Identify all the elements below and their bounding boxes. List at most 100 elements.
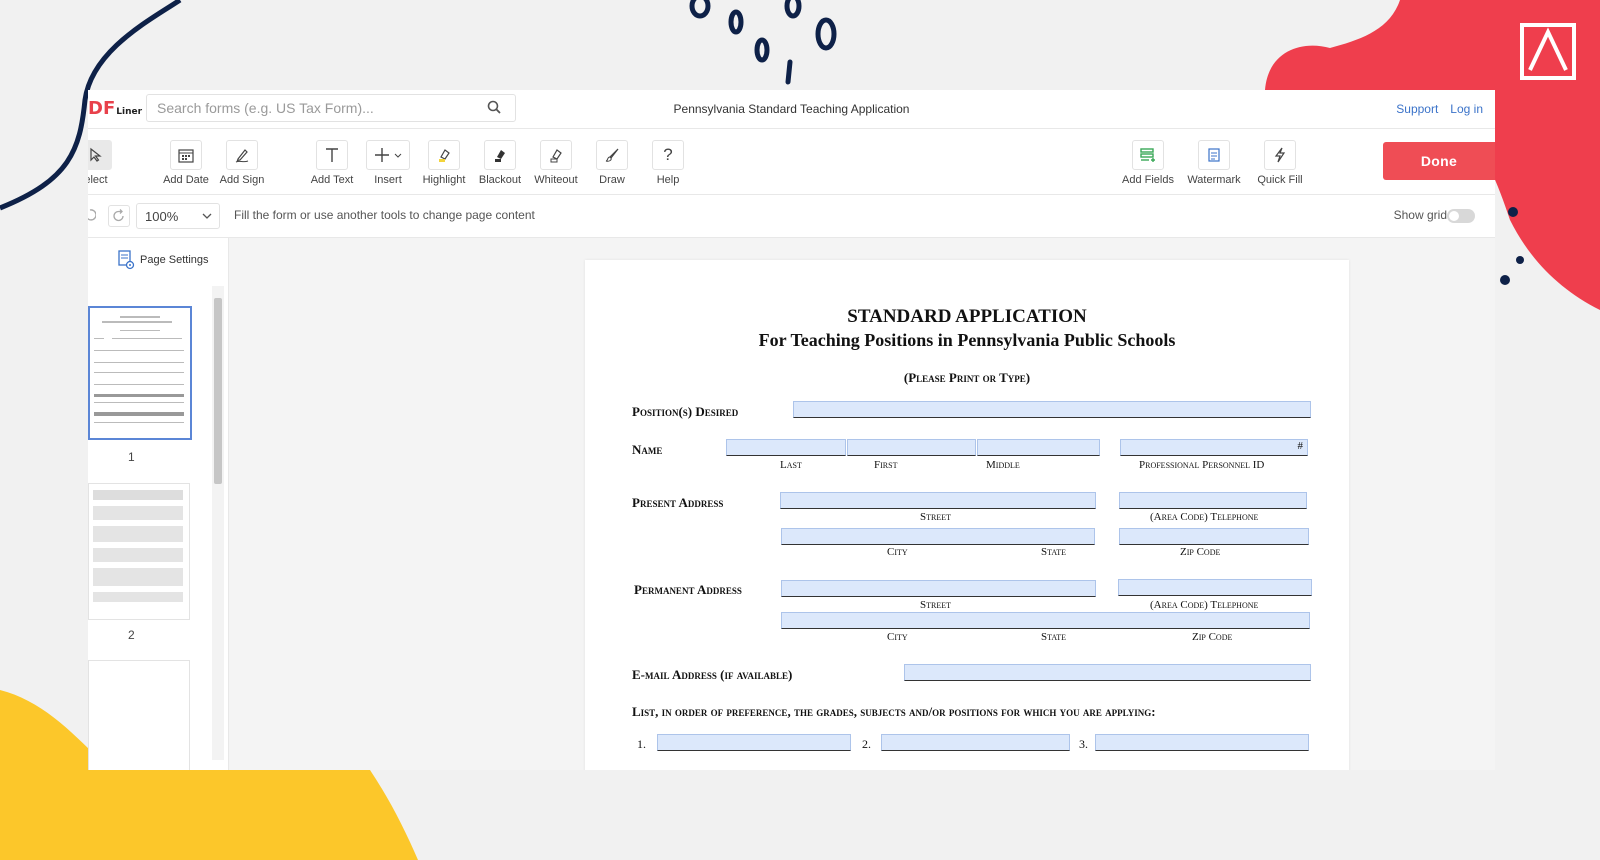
- page-thumbnail-1[interactable]: [88, 306, 192, 440]
- permanent-address-label: Permanent Address: [634, 582, 742, 597]
- navy-dots-right: [1500, 207, 1524, 285]
- preference-2-field[interactable]: [881, 734, 1070, 751]
- name-label: Name: [632, 442, 663, 457]
- permanent-street-field[interactable]: [781, 580, 1096, 597]
- question-icon: ?: [652, 140, 684, 170]
- draw-label: Draw: [599, 174, 625, 186]
- permanent-state-caption: State: [1041, 631, 1067, 643]
- permanent-zip-caption: Zip Code: [1192, 631, 1233, 643]
- calendar-icon: [170, 140, 202, 170]
- present-state-caption: State: [1041, 546, 1067, 558]
- list-number-1: 1.: [637, 737, 646, 751]
- top-links: Support Log in: [1396, 102, 1495, 116]
- document-page: STANDARD APPLICATION For Teaching Positi…: [585, 260, 1349, 770]
- add-date-tool[interactable]: Add Date: [156, 140, 216, 186]
- form-subtitle: For Teaching Positions in Pennsylvania P…: [758, 330, 1176, 350]
- done-button[interactable]: Done: [1383, 142, 1495, 180]
- watermark-icon: [1198, 140, 1230, 170]
- personnel-id-field[interactable]: #: [1120, 439, 1308, 456]
- top-bar: DFLiner Pennsylvania Standard Teaching A…: [88, 90, 1495, 129]
- preference-1-field[interactable]: [657, 734, 851, 751]
- watermark-tool[interactable]: Watermark: [1184, 140, 1244, 186]
- personnel-id-caption: Professional Personnel ID: [1139, 459, 1265, 471]
- support-link[interactable]: Support: [1396, 102, 1438, 116]
- middle-caption: Middle: [986, 459, 1020, 471]
- present-zip-field[interactable]: [1119, 528, 1309, 545]
- highlight-tool[interactable]: Highlight: [414, 140, 474, 186]
- zoom-value: 100%: [145, 209, 179, 224]
- help-tool[interactable]: ? Help: [638, 140, 698, 186]
- add-sign-label: Add Sign: [219, 174, 265, 186]
- pdf-logo-icon: [1520, 23, 1576, 80]
- highlighter-icon: [428, 140, 460, 170]
- undo-icon[interactable]: [88, 207, 97, 228]
- watermark-label: Watermark: [1187, 174, 1241, 186]
- add-text-tool[interactable]: Add Text: [302, 140, 362, 186]
- secondary-bar: 100% Fill the form or use another tools …: [88, 195, 1495, 238]
- middle-name-field[interactable]: [977, 439, 1100, 456]
- email-label: E-mail Address (if available): [632, 667, 793, 682]
- list-number-3: 3.: [1079, 737, 1088, 751]
- zoom-select[interactable]: 100%: [136, 203, 220, 229]
- add-text-label: Add Text: [310, 174, 354, 186]
- blackout-label: Blackout: [478, 174, 522, 186]
- last-name-field[interactable]: [726, 439, 846, 456]
- select-tool[interactable]: elect: [88, 140, 126, 186]
- redo-icon[interactable]: [108, 205, 130, 227]
- page-thumbnail-2[interactable]: [88, 483, 190, 620]
- first-caption: First: [874, 459, 898, 471]
- show-grid-toggle[interactable]: [1447, 209, 1475, 223]
- list-prompt: List, in order of preference, the grades…: [632, 704, 1156, 719]
- present-street-field[interactable]: [780, 492, 1096, 509]
- chevron-down-icon: [201, 210, 213, 225]
- list-number-2: 2.: [862, 737, 871, 751]
- page-settings-button[interactable]: Page Settings: [118, 250, 209, 270]
- lightning-icon: [1264, 140, 1296, 170]
- show-grid-label: Show grid: [1393, 208, 1447, 222]
- present-city-state-field[interactable]: [781, 528, 1095, 545]
- first-name-field[interactable]: [847, 439, 976, 456]
- login-link[interactable]: Log in: [1450, 102, 1483, 116]
- present-street-caption: Street: [920, 511, 952, 523]
- page-number-1: 1: [128, 450, 135, 464]
- page-sidebar: Page Settings 1 2: [88, 238, 229, 770]
- select-label: elect: [88, 174, 108, 186]
- blackout-icon: [484, 140, 516, 170]
- whiteout-tool[interactable]: Whiteout: [526, 140, 586, 186]
- permanent-city-state-zip-field[interactable]: [781, 612, 1310, 629]
- page-thumbnail-3[interactable]: [88, 660, 190, 770]
- present-telephone-field[interactable]: [1119, 492, 1307, 509]
- form-instruction: (Please Print or Type): [903, 370, 1031, 385]
- insert-tool[interactable]: Insert: [358, 140, 418, 186]
- whiteout-icon: [540, 140, 572, 170]
- page-number-2: 2: [128, 628, 135, 642]
- page-settings-label: Page Settings: [140, 254, 209, 266]
- text-icon: [316, 140, 348, 170]
- preference-3-field[interactable]: [1095, 734, 1309, 751]
- whiteout-label: Whiteout: [534, 174, 578, 186]
- add-sign-tool[interactable]: Add Sign: [212, 140, 272, 186]
- present-zip-caption: Zip Code: [1180, 546, 1221, 558]
- quick-fill-label: Quick Fill: [1257, 174, 1303, 186]
- scrollbar-thumb[interactable]: [214, 298, 222, 484]
- email-field[interactable]: [904, 664, 1311, 681]
- add-fields-tool[interactable]: Add Fields: [1118, 140, 1178, 186]
- permanent-street-caption: Street: [920, 599, 952, 611]
- present-city-caption: City: [887, 546, 908, 558]
- hash-symbol: #: [1297, 440, 1304, 452]
- page-settings-icon: [118, 250, 135, 270]
- present-address-label: Present Address: [632, 495, 724, 510]
- plus-icon: [366, 140, 410, 170]
- document-title: Pennsylvania Standard Teaching Applicati…: [673, 102, 910, 116]
- last-caption: Last: [780, 459, 802, 471]
- blackout-tool[interactable]: Blackout: [470, 140, 530, 186]
- quick-fill-tool[interactable]: Quick Fill: [1250, 140, 1310, 186]
- sidebar-scrollbar[interactable]: [212, 286, 224, 760]
- insert-label: Insert: [374, 174, 402, 186]
- pen-sign-icon: [226, 140, 258, 170]
- draw-tool[interactable]: Draw: [582, 140, 642, 186]
- positions-desired-field[interactable]: [793, 401, 1311, 418]
- permanent-telephone-field[interactable]: [1118, 579, 1312, 596]
- toolbar: elect Add Date Add Sign Add Text Insert …: [88, 128, 1495, 195]
- hint-text: Fill the form or use another tools to ch…: [234, 208, 535, 222]
